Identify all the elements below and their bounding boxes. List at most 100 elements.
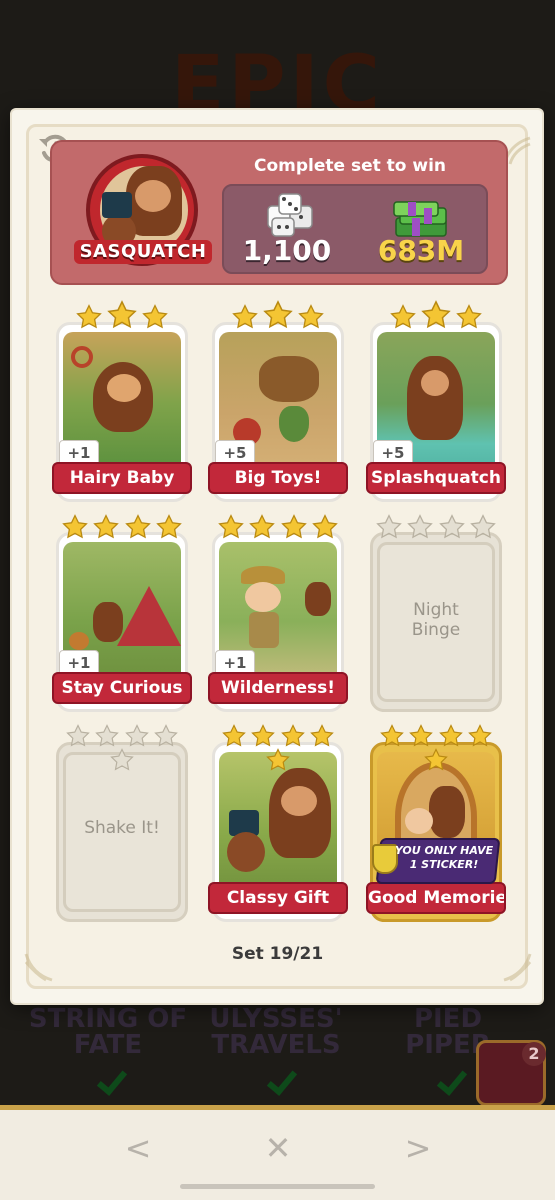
sticker-card-splashquatch[interactable]: +5 Splashquatch xyxy=(366,300,506,502)
star-icon xyxy=(469,514,496,539)
star-icon xyxy=(467,724,492,747)
star-icon xyxy=(263,300,293,329)
card-name: Big Toys! xyxy=(208,462,348,494)
top-hat-icon xyxy=(102,192,132,218)
card-name: Wilderness! xyxy=(208,672,348,704)
card-name: Hairy Baby xyxy=(52,462,192,494)
star-rating xyxy=(212,724,344,771)
next-set-button[interactable]: > xyxy=(398,1128,438,1168)
star-rating xyxy=(212,514,344,548)
star-icon xyxy=(249,514,276,539)
star-icon xyxy=(110,748,134,771)
sticker-card-classy-gift[interactable]: Classy Gift xyxy=(208,724,348,922)
tent-figure xyxy=(117,586,181,646)
card-name: Splashquatch xyxy=(366,462,506,494)
background-set-name: ULYSSES' TRAVELS xyxy=(209,1004,343,1060)
dice-icon xyxy=(264,192,316,238)
check-icon xyxy=(440,1066,464,1096)
star-icon xyxy=(76,304,102,329)
reward-title: Complete set to win xyxy=(253,156,447,176)
star-icon xyxy=(93,514,120,539)
spinning-top-figure xyxy=(279,406,309,442)
star-icon xyxy=(311,514,338,539)
sasquatch-face xyxy=(281,786,317,816)
sasquatch-figure xyxy=(407,356,463,440)
toy-duck-figure xyxy=(259,356,319,402)
star-icon xyxy=(62,514,89,539)
card-name: Good Memories xyxy=(366,882,506,914)
sasquatch-figure xyxy=(429,786,465,838)
sticker-card-shake-it[interactable]: Shake It! xyxy=(56,724,188,922)
star-icon xyxy=(66,724,91,747)
sticker-card-hairy-baby[interactable]: +1 Hairy Baby xyxy=(52,300,192,502)
sticker-card-good-memories[interactable]: Good Memories xyxy=(366,724,506,922)
star-rating xyxy=(56,300,188,338)
star-icon xyxy=(438,514,465,539)
star-rating xyxy=(370,514,502,548)
star-rating xyxy=(370,724,502,771)
star-icon xyxy=(266,748,290,771)
mr-monopoly-face xyxy=(245,582,281,612)
star-icon xyxy=(438,724,463,747)
card-name: Shake It! xyxy=(84,818,160,838)
sticker-card-night-binge[interactable]: Night Binge xyxy=(370,514,502,712)
cash-reward-count: 683M xyxy=(377,234,465,267)
star-rating xyxy=(56,514,188,548)
star-icon xyxy=(218,514,245,539)
set-progress-label: Set 19/21 xyxy=(231,944,324,964)
star-icon xyxy=(407,514,434,539)
card-name: Stay Curious xyxy=(52,672,192,704)
sasquatch-figure xyxy=(305,582,331,616)
star-rating xyxy=(56,724,188,771)
set-name-label: SASQUATCH xyxy=(74,240,212,264)
previous-set-button[interactable]: < xyxy=(118,1128,158,1168)
close-button[interactable]: ✕ xyxy=(258,1128,298,1168)
star-icon xyxy=(142,304,168,329)
star-icon xyxy=(280,514,307,539)
star-icon xyxy=(95,724,120,747)
star-icon xyxy=(309,724,334,747)
sasquatch-face xyxy=(421,370,449,396)
mr-monopoly-face xyxy=(405,808,433,834)
star-icon xyxy=(222,724,247,747)
check-icon xyxy=(270,1066,294,1096)
sticker-card-wilderness[interactable]: +1 Wilderness! xyxy=(208,514,348,712)
explorer-outfit xyxy=(249,612,279,648)
backpack-figure xyxy=(69,632,89,650)
check-icon xyxy=(100,1066,124,1096)
star-icon xyxy=(107,300,137,329)
star-rating xyxy=(212,300,344,338)
star-icon xyxy=(232,304,258,329)
notice-text: YOU ONLY HAVE 1 STICKER! xyxy=(394,844,494,871)
star-icon xyxy=(376,514,403,539)
star-icon xyxy=(456,304,482,329)
sticker-card-stay-curious[interactable]: +1 Stay Curious xyxy=(52,514,192,712)
sasquatch-figure xyxy=(93,602,123,642)
star-icon xyxy=(124,514,151,539)
star-icon xyxy=(390,304,416,329)
baby-sasquatch-figure xyxy=(227,832,265,872)
star-icon xyxy=(280,724,305,747)
sticker-card-big-toys[interactable]: +5 Big Toys! xyxy=(208,300,348,502)
notification-badge: 2 xyxy=(522,1042,546,1066)
background-set-name: STRING OF FATE xyxy=(28,1004,188,1060)
star-icon xyxy=(124,724,149,747)
dice-reward-count: 1,100 xyxy=(242,234,332,267)
star-icon xyxy=(424,748,448,771)
card-name: Night Binge xyxy=(411,600,461,640)
star-icon xyxy=(298,304,324,329)
home-indicator[interactable] xyxy=(180,1184,375,1189)
rattle-icon xyxy=(71,346,93,368)
background-set-row: STRING OF FATE ULYSSES' TRAVELS PIED PIP… xyxy=(0,1000,555,1105)
star-icon xyxy=(153,724,178,747)
sasquatch-face xyxy=(107,374,141,402)
star-icon xyxy=(251,724,276,747)
star-icon xyxy=(155,514,182,539)
star-icon xyxy=(380,724,405,747)
card-name: Classy Gift xyxy=(208,882,348,914)
single-sticker-notice: YOU ONLY HAVE 1 STICKER! xyxy=(368,836,501,886)
star-icon xyxy=(421,300,451,329)
sasquatch-face xyxy=(135,180,171,212)
star-icon xyxy=(409,724,434,747)
star-rating xyxy=(370,300,502,338)
